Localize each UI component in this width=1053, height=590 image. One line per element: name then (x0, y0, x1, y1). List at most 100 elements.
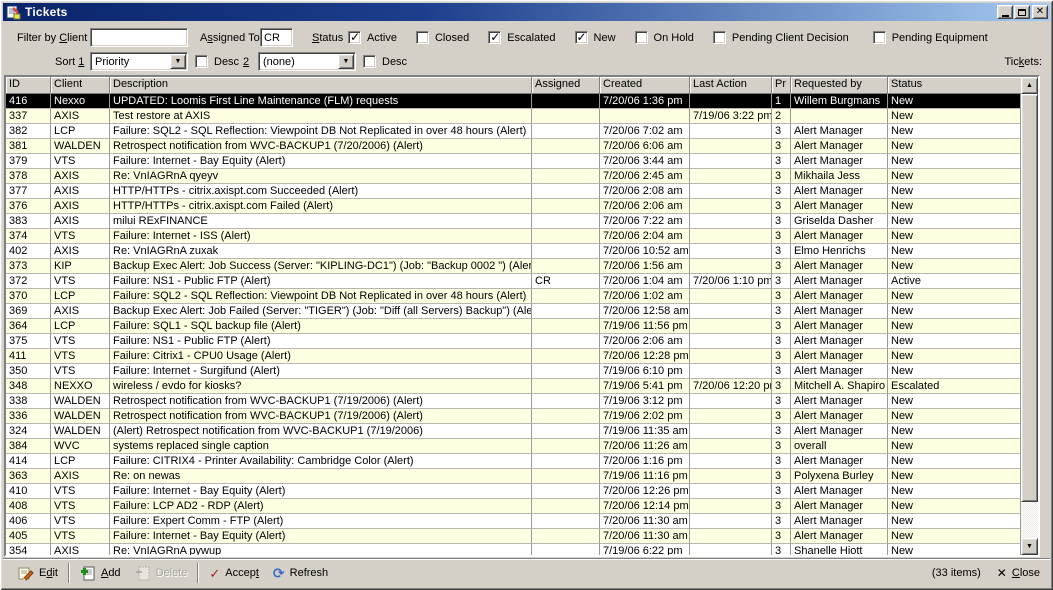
cell-requested-by: Alert Manager (791, 124, 888, 139)
close-button[interactable]: ✕ Close (995, 561, 1042, 585)
cell-requested-by: Alert Manager (791, 499, 888, 514)
chevron-down-icon[interactable]: ▼ (338, 54, 354, 69)
cell-requested-by: Willem Burgmans (791, 94, 888, 109)
cell-created: 7/20/06 11:30 am (600, 514, 690, 529)
vertical-scrollbar[interactable]: ▲ ▼ (1021, 77, 1038, 555)
cell-pr: 3 (772, 409, 791, 424)
table-row[interactable]: 378AXISRe: VnIAGRnA qyeyv7/20/06 2:45 am… (6, 169, 1021, 184)
table-row[interactable]: 402AXISRe: VnIAGRnA zuxak7/20/06 10:52 a… (6, 244, 1021, 259)
table-row[interactable]: 364LCPFailure: SQL1 - SQL backup file (A… (6, 319, 1021, 334)
table-row[interactable]: 348NEXXOwireless / evdo for kiosks?7/19/… (6, 379, 1021, 394)
table-row[interactable]: 411VTSFailure: Citrix1 - CPU0 Usage (Ale… (6, 349, 1021, 364)
assigned-to-input[interactable] (260, 28, 293, 47)
accept-button[interactable]: ✓ Accept (202, 561, 266, 585)
status-checkbox-active[interactable] (348, 31, 361, 44)
scroll-down-button[interactable]: ▼ (1021, 538, 1038, 555)
table-row[interactable]: 369AXISBackup Exec Alert: Job Failed (Se… (6, 304, 1021, 319)
sort-2-desc-checkbox[interactable] (363, 55, 376, 68)
table-row[interactable]: 416NexxoUPDATED: Loomis First Line Maint… (6, 94, 1021, 109)
sort-1-dropdown[interactable]: Priority ▼ (90, 52, 188, 71)
sort-1-desc-checkbox[interactable] (195, 55, 208, 68)
minimize-icon (1002, 15, 1009, 17)
cell-requested-by: Alert Manager (791, 334, 888, 349)
table-row[interactable]: 377AXISHTTP/HTTPs - citrix.axispt.com Su… (6, 184, 1021, 199)
table-row[interactable]: 324WALDEN(Alert) Retrospect notification… (6, 424, 1021, 439)
table-row[interactable]: 408VTSFailure: LCP AD2 - RDP (Alert)7/20… (6, 499, 1021, 514)
cell-description: Re: VnIAGRnA zuxak (110, 244, 532, 259)
cell-last-action (690, 199, 772, 214)
cell-requested-by: Alert Manager (791, 259, 888, 274)
sort-2-dropdown[interactable]: (none) ▼ (258, 52, 356, 71)
add-button[interactable]: Add (73, 561, 128, 585)
table-row[interactable]: 405VTSFailure: Internet - Bay Equity (Al… (6, 529, 1021, 544)
cell-id: 374 (6, 229, 51, 244)
column-header-created[interactable]: Created (600, 77, 690, 94)
scrollbar-thumb[interactable] (1021, 94, 1038, 502)
column-header-last-action[interactable]: Last Action (690, 77, 772, 94)
status-checkbox-on-hold[interactable] (635, 31, 648, 44)
cell-requested-by: overall (791, 439, 888, 454)
cell-pr: 3 (772, 514, 791, 529)
status-checkbox-closed[interactable] (416, 31, 429, 44)
table-row[interactable]: 375VTSFailure: NS1 - Public FTP (Alert)7… (6, 334, 1021, 349)
table-row[interactable]: 383AXISmilui RExFINANCE7/20/06 7:22 am3G… (6, 214, 1021, 229)
column-header-pr[interactable]: Pr (772, 77, 791, 94)
refresh-button[interactable]: ⟳ Refresh (266, 561, 335, 585)
column-header-requested-by[interactable]: Requested by (791, 77, 888, 94)
cell-description: Failure: LCP AD2 - RDP (Alert) (110, 499, 532, 514)
status-checkbox-label: Pending Equipment (892, 32, 988, 44)
status-checkbox-escalated[interactable] (488, 31, 501, 44)
table-row[interactable]: 338WALDENRetrospect notification from WV… (6, 394, 1021, 409)
status-checkbox-new[interactable] (575, 31, 588, 44)
table-row[interactable]: 350VTSFailure: Internet - Surgifund (Ale… (6, 364, 1021, 379)
cell-id: 350 (6, 364, 51, 379)
cell-client: WVC (51, 439, 110, 454)
table-row[interactable]: 406VTSFailure: Expert Comm - FTP (Alert)… (6, 514, 1021, 529)
cell-id: 363 (6, 469, 51, 484)
sort-2-desc-label: Desc (382, 51, 407, 73)
status-label: Status (312, 27, 343, 49)
table-row[interactable]: 363AXISRe: on newas7/19/06 11:16 pm3Poly… (6, 469, 1021, 484)
table-row[interactable]: 382LCPFailure: SQL2 - SQL Reflection: Vi… (6, 124, 1021, 139)
edit-button[interactable]: Edit (11, 561, 65, 585)
table-row[interactable]: 384WVCsystems replaced single caption7/2… (6, 439, 1021, 454)
cell-created: 7/20/06 12:26 pm (600, 484, 690, 499)
table-row[interactable]: 354AXISRe: VnIAGRnA pywup7/19/06 6:22 pm… (6, 544, 1021, 555)
chevron-down-icon[interactable]: ▼ (170, 54, 186, 69)
cell-status: Escalated (888, 379, 1021, 394)
cell-created: 7/20/06 2:06 am (600, 334, 690, 349)
table-row[interactable]: 337AXISTest restore at AXIS7/19/06 3:22 … (6, 109, 1021, 124)
close-window-button[interactable]: ✕ (1032, 5, 1048, 19)
cell-assigned (532, 439, 600, 454)
items-count: (33 items) (932, 567, 981, 579)
table-row[interactable]: 379VTSFailure: Internet - Bay Equity (Al… (6, 154, 1021, 169)
table-row[interactable]: 373KIPBackup Exec Alert: Job Success (Se… (6, 259, 1021, 274)
column-header-assigned[interactable]: Assigned (532, 77, 600, 94)
cell-created: 7/19/06 3:12 pm (600, 394, 690, 409)
scroll-up-button[interactable]: ▲ (1021, 77, 1038, 94)
table-row[interactable]: 370LCPFailure: SQL2 - SQL Reflection: Vi… (6, 289, 1021, 304)
cell-client: WALDEN (51, 139, 110, 154)
cell-created: 7/20/06 12:28 pm (600, 349, 690, 364)
filter-client-input[interactable] (90, 28, 188, 47)
column-header-description[interactable]: Description (110, 77, 532, 94)
table-body: 416NexxoUPDATED: Loomis First Line Maint… (6, 94, 1021, 555)
minimize-button[interactable] (997, 5, 1013, 19)
table-row[interactable]: 372VTSFailure: NS1 - Public FTP (Alert)C… (6, 274, 1021, 289)
table-row[interactable]: 381WALDENRetrospect notification from WV… (6, 139, 1021, 154)
status-checkbox-pending-client-decision[interactable] (713, 31, 726, 44)
table-row[interactable]: 376AXISHTTP/HTTPs - citrix.axispt.com Fa… (6, 199, 1021, 214)
cell-status: New (888, 469, 1021, 484)
table-row[interactable]: 374VTSFailure: Internet - ISS (Alert)7/2… (6, 229, 1021, 244)
status-checkbox-pending-equipment[interactable] (873, 31, 886, 44)
table-row[interactable]: 410VTSFailure: Internet - Bay Equity (Al… (6, 484, 1021, 499)
column-header-client[interactable]: Client (51, 77, 110, 94)
column-header-status[interactable]: Status (888, 77, 1021, 94)
table-row[interactable]: 336WALDENRetrospect notification from WV… (6, 409, 1021, 424)
table-row[interactable]: 414LCPFailure: CITRIX4 - Printer Availab… (6, 454, 1021, 469)
column-header-id[interactable]: ID (6, 77, 51, 94)
cell-requested-by: Alert Manager (791, 229, 888, 244)
cell-assigned (532, 364, 600, 379)
cell-description: wireless / evdo for kiosks? (110, 379, 532, 394)
maximize-button[interactable] (1014, 5, 1030, 19)
